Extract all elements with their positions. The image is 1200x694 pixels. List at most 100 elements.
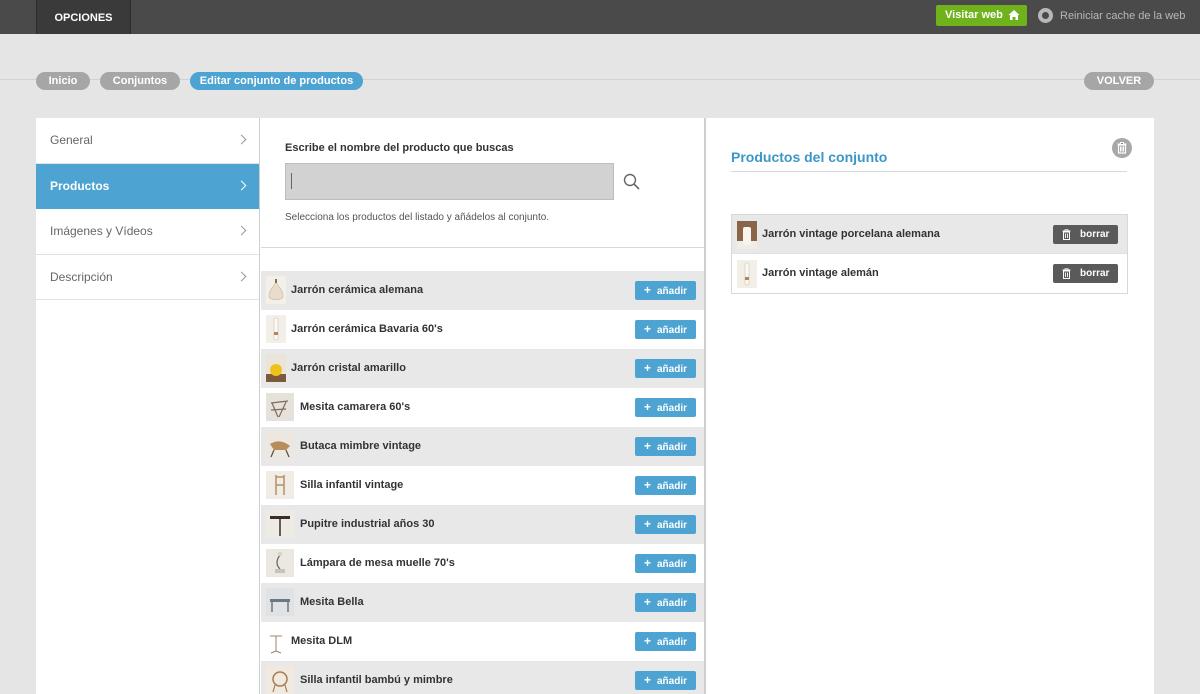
plus-icon: + [643,400,651,414]
set-product-list: Jarrón vintage porcelana alemana borrar … [731,214,1128,294]
plus-icon: + [643,439,651,453]
product-list: Jarrón cerámica alemana + añadir Jarrón c… [261,271,704,694]
add-label: añadir [657,286,688,297]
product-name: Jarrón vintage alemán [762,267,879,279]
breadcrumb-inicio[interactable]: Inicio [36,72,90,90]
product-thumbnail [266,432,294,460]
product-name: Jarrón vintage porcelana alemana [762,228,940,240]
home-icon [1008,10,1020,20]
product-name: Mesita DLM [291,635,353,647]
list-item: Butaca mimbre vintage + añadir [261,427,704,466]
product-thumbnail [266,315,286,343]
sidebar-item-label: Descripción [50,269,113,284]
product-thumbnail [266,549,294,577]
plus-icon: + [643,556,651,570]
plus-icon: + [643,673,651,687]
add-label: añadir [657,559,688,570]
plus-icon: + [643,595,651,609]
product-name: Pupitre industrial años 30 [300,518,435,530]
plus-icon: + [643,634,651,648]
visit-web-button[interactable]: Visitar web [936,5,1027,26]
plus-icon: + [643,283,651,297]
back-button[interactable]: VOLVER [1084,72,1154,90]
add-product-button[interactable]: + añadir [635,554,696,573]
add-product-button[interactable]: + añadir [635,632,696,651]
product-search-column: Escribe el nombre del producto que busca… [261,118,706,694]
plus-icon: + [643,322,651,336]
add-product-button[interactable]: + añadir [635,437,696,456]
delete-set-button[interactable] [1112,138,1132,158]
list-item: Silla infantil vintage + añadir [261,466,704,505]
sidebar-item-label: Imágenes y Vídeos [50,224,153,238]
add-label: añadir [657,637,688,648]
add-product-button[interactable]: + añadir [635,359,696,378]
add-product-button[interactable]: + añadir [635,593,696,612]
sidebar-item-descripcion[interactable]: Descripción [36,255,259,300]
delete-product-button[interactable]: borrar [1053,264,1118,283]
refresh-icon [1038,8,1053,23]
sidebar-item-label: Productos [50,178,110,193]
delete-product-button[interactable]: borrar [1053,225,1118,244]
top-bar: OPCIONES Visitar web Reiniciar cache de … [0,0,1200,34]
product-thumbnail [737,221,757,249]
add-label: añadir [657,598,688,609]
product-name: Mesita Bella [300,596,364,608]
list-item: Mesita camarera 60's + añadir [261,388,704,427]
sidebar-item-label: General [50,133,93,147]
add-product-button[interactable]: + añadir [635,671,696,690]
add-label: añadir [657,442,688,453]
sidebar-item-productos[interactable]: Productos [36,163,259,209]
add-label: añadir [657,676,688,687]
set-title: Productos del conjunto [731,149,888,165]
plus-icon: + [643,361,651,375]
plus-icon: + [643,517,651,531]
product-name: Jarrón cristal amarillo [291,362,406,374]
add-label: añadir [657,481,688,492]
add-product-button[interactable]: + añadir [635,320,696,339]
trash-icon [1062,229,1071,240]
search-icon[interactable] [623,173,640,190]
product-name: Butaca mimbre vintage [300,440,422,452]
sidebar-item-imagenes-videos[interactable]: Imágenes y Vídeos [36,209,259,255]
breadcrumb-editar-conjunto: Editar conjunto de productos [190,72,363,90]
sidebar-item-general[interactable]: General [36,118,259,164]
chevron-right-icon [236,225,247,236]
list-item: Jarrón vintage porcelana alemana borrar [732,215,1127,254]
product-name: Mesita camarera 60's [300,401,411,413]
search-input[interactable] [285,163,614,200]
chevron-right-icon [236,134,247,145]
title-divider [731,171,1127,172]
add-label: añadir [657,364,688,375]
set-products-column: Productos del conjunto Jarrón vintage po… [708,118,1154,694]
delete-label: borrar [1080,268,1110,279]
chevron-right-icon [236,271,247,281]
options-menu[interactable]: OPCIONES [36,0,131,34]
text-caret [291,173,292,189]
list-item: Mesita Bella + añadir [261,583,704,622]
add-product-button[interactable]: + añadir [635,515,696,534]
add-product-button[interactable]: + añadir [635,398,696,417]
breadcrumb-conjuntos[interactable]: Conjuntos [100,72,180,90]
list-item: Jarrón cerámica alemana + añadir [261,271,704,310]
list-item: Pupitre industrial años 30 + añadir [261,505,704,544]
product-thumbnail [266,510,294,538]
add-label: añadir [657,520,688,531]
product-thumbnail [266,666,294,694]
trash-icon [1062,268,1071,279]
add-product-button[interactable]: + añadir [635,281,696,300]
breadcrumb-divider [0,79,1200,80]
list-item: Mesita DLM + añadir [261,622,704,661]
product-thumbnail [266,393,294,421]
add-product-button[interactable]: + añadir [635,476,696,495]
product-thumbnail [266,276,286,304]
list-item: Jarrón vintage alemán borrar [732,254,1127,293]
list-item: Silla infantil bambú y mimbre + añadir [261,661,704,694]
delete-label: borrar [1080,229,1110,240]
search-label: Escribe el nombre del producto que busca… [285,142,514,154]
product-name: Lámpara de mesa muelle 70's [300,557,455,569]
sidebar: General Productos Imágenes y Vídeos Desc… [36,118,260,694]
trash-icon [1117,142,1127,154]
chevron-right-icon [236,180,247,190]
main-panel: General Productos Imágenes y Vídeos Desc… [36,118,1154,694]
reset-cache-link[interactable]: Reiniciar cache de la web [1038,8,1185,24]
